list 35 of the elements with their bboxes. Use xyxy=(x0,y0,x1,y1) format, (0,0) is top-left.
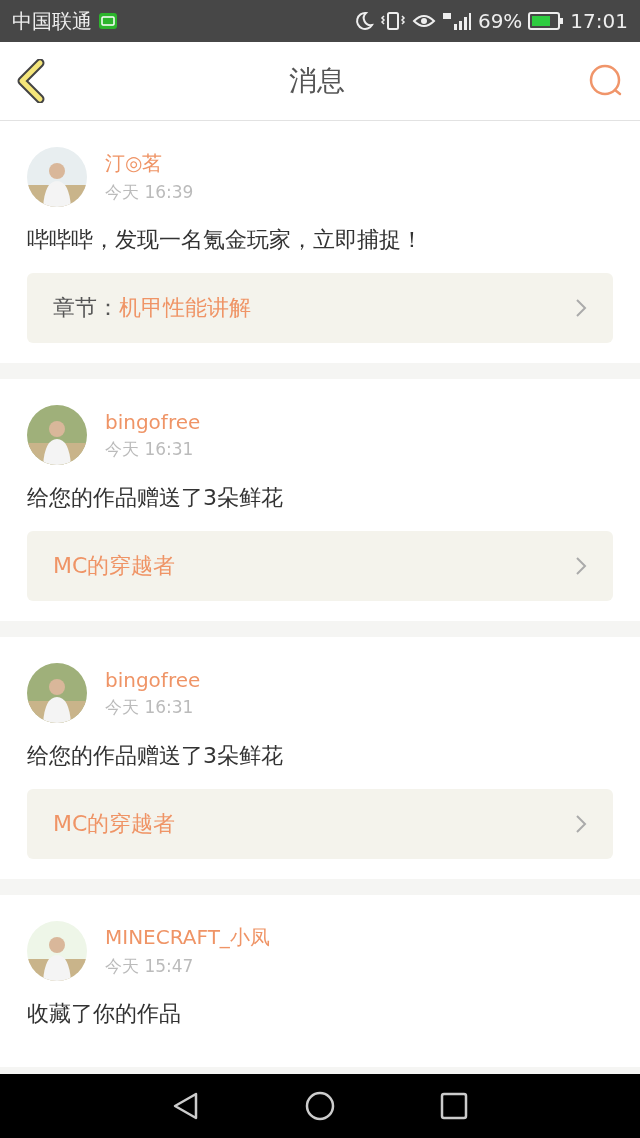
message-text: 收藏了你的作品 xyxy=(27,1000,182,1028)
chapter-label: 章节： xyxy=(53,295,119,320)
work-link[interactable]: MC的穿越者 xyxy=(27,531,613,601)
moon-icon xyxy=(353,11,374,31)
user-name[interactable]: 汀◎茗 xyxy=(105,150,194,177)
battery-icon xyxy=(528,12,565,30)
signal-icon xyxy=(441,11,472,31)
message-time: 今天 15:47 xyxy=(105,955,195,978)
page-title: 消息 xyxy=(289,63,345,99)
clock-time: 17:01 xyxy=(570,9,628,33)
chevron-right-icon xyxy=(575,298,587,318)
work-title: MC的穿越者 xyxy=(53,811,176,836)
work-title: MC的穿越者 xyxy=(53,553,176,578)
message-text: 哔哔哔，发现一名氪金玩家，立即捕捉！ xyxy=(27,226,424,254)
user-name[interactable]: MINECRAFT_小凤 xyxy=(105,924,270,951)
message-time: 今天 16:31 xyxy=(105,437,195,461)
message-text: 给您的作品赠送了3朵鲜花 xyxy=(27,742,284,770)
work-title: 机甲性能讲解 xyxy=(119,295,251,320)
app-notification-icon xyxy=(98,12,118,30)
work-link[interactable]: 章节：机甲性能讲解 xyxy=(27,273,613,343)
message-time: 今天 16:39 xyxy=(105,181,194,204)
user-name[interactable]: bingofree xyxy=(105,409,201,434)
user-name[interactable]: bingofree xyxy=(105,667,201,692)
carrier-name: 中国联通 xyxy=(12,7,92,35)
recents-square-icon[interactable] xyxy=(439,1092,468,1120)
message-text: 给您的作品赠送了3朵鲜花 xyxy=(27,484,284,512)
message-time: 今天 16:31 xyxy=(105,695,195,719)
chevron-right-icon xyxy=(575,814,587,834)
home-circle-icon[interactable] xyxy=(305,1091,335,1121)
battery-percent: 69% xyxy=(477,9,523,33)
vibrate-icon xyxy=(379,11,406,31)
work-link[interactable]: MC的穿越者 xyxy=(27,789,613,859)
eye-icon xyxy=(411,12,436,30)
chevron-right-icon xyxy=(575,556,587,576)
back-button[interactable] xyxy=(16,59,46,103)
